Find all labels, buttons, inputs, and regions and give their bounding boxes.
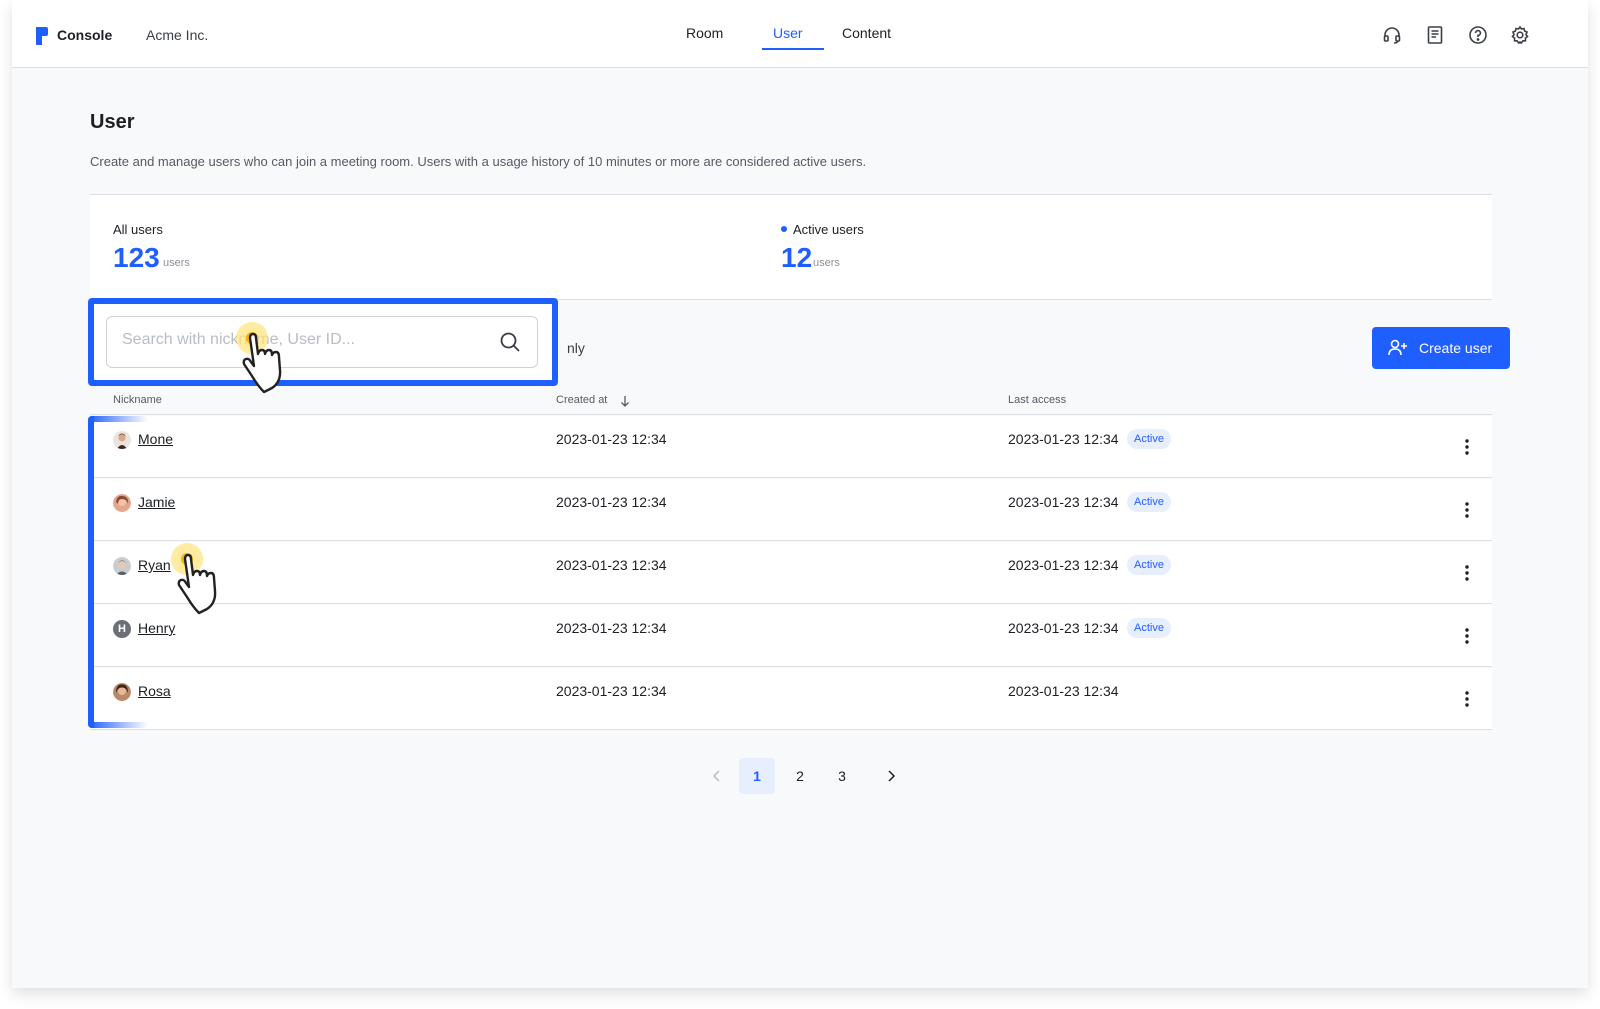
create-user-button[interactable]: Create user <box>1372 327 1510 369</box>
search-icon[interactable] <box>499 331 521 353</box>
more-options-icon[interactable] <box>1464 564 1470 582</box>
help-icon[interactable] <box>1468 25 1488 45</box>
headset-icon[interactable] <box>1382 25 1402 45</box>
avatar: H <box>113 620 131 638</box>
table-row[interactable]: Rosa 2023-01-23 12:34 2023-01-23 12:34 <box>90 668 1492 730</box>
avatar <box>113 557 131 575</box>
status-badge: Active <box>1127 429 1171 449</box>
page-description: Create and manage users who can join a m… <box>90 154 867 169</box>
avatar <box>113 431 131 449</box>
tab-content[interactable]: Content <box>842 25 891 51</box>
active-dot-icon <box>781 226 787 232</box>
active-users-count: 12 <box>781 242 813 273</box>
nickname-link[interactable]: Jamie <box>138 494 175 510</box>
all-users-label: All users <box>113 222 163 237</box>
hand-cursor-icon <box>171 543 217 615</box>
next-page-icon[interactable] <box>886 770 896 782</box>
org-name[interactable]: Acme Inc. <box>146 27 208 43</box>
rows-highlight-corner <box>88 722 148 728</box>
table-row[interactable]: Mone 2023-01-23 12:34 2023-01-23 12:34 A… <box>90 416 1492 478</box>
more-options-icon[interactable] <box>1464 438 1470 456</box>
nickname-link[interactable]: Ryan <box>138 557 171 573</box>
column-created-at[interactable]: Created at <box>556 394 607 406</box>
more-options-icon[interactable] <box>1464 501 1470 519</box>
status-badge: Active <box>1127 618 1171 638</box>
add-user-icon <box>1388 339 1407 356</box>
all-users-count: 123 <box>113 242 160 273</box>
tab-room[interactable]: Room <box>686 25 723 51</box>
created-at: 2023-01-23 12:34 <box>556 557 667 573</box>
all-users-unit: users <box>163 257 190 269</box>
nickname-link[interactable]: Rosa <box>138 683 171 699</box>
nickname-link[interactable]: Henry <box>138 620 175 636</box>
avatar <box>113 683 131 701</box>
page-title: User <box>90 111 135 133</box>
last-access: 2023-01-23 12:34 <box>1008 557 1119 573</box>
last-access: 2023-01-23 12:34 <box>1008 683 1119 699</box>
create-user-label: Create user <box>1419 340 1493 356</box>
last-access: 2023-01-23 12:34 <box>1008 431 1119 447</box>
rows-highlight-corner <box>88 416 148 422</box>
more-options-icon[interactable] <box>1464 627 1470 645</box>
page-button-1[interactable]: 1 <box>739 758 775 794</box>
more-options-icon[interactable] <box>1464 690 1470 708</box>
column-nickname[interactable]: Nickname <box>113 394 162 406</box>
active-tab-indicator <box>762 48 824 50</box>
search-input[interactable] <box>122 331 492 349</box>
user-stats-panel: All users 123 users Active users 12 user… <box>90 194 1492 300</box>
brand-name: Console <box>57 27 113 43</box>
previous-page-icon[interactable] <box>712 770 722 782</box>
top-nav: Console Acme Inc. Room User Content <box>12 0 1588 68</box>
page-button-2[interactable]: 2 <box>782 758 818 794</box>
table-row[interactable]: Ryan 2023-01-23 12:34 2023-01-23 12:34 A… <box>90 542 1492 604</box>
avatar <box>113 494 131 512</box>
search-field[interactable] <box>106 316 538 368</box>
settings-icon[interactable] <box>1510 25 1530 45</box>
created-at: 2023-01-23 12:34 <box>556 494 667 510</box>
last-access: 2023-01-23 12:34 <box>1008 620 1119 636</box>
active-users-label: Active users <box>793 222 864 237</box>
created-at: 2023-01-23 12:34 <box>556 683 667 699</box>
console-window: Console Acme Inc. Room User Content User… <box>12 0 1588 988</box>
status-badge: Active <box>1127 492 1171 512</box>
document-icon[interactable] <box>1425 25 1445 45</box>
nickname-link[interactable]: Mone <box>138 431 173 447</box>
rows-highlight-frame <box>88 416 98 728</box>
created-at: 2023-01-23 12:34 <box>556 620 667 636</box>
hand-cursor-icon <box>236 322 282 394</box>
table-row[interactable]: H Henry 2023-01-23 12:34 2023-01-23 12:3… <box>90 605 1492 667</box>
status-badge: Active <box>1127 555 1171 575</box>
sort-descending-icon[interactable] <box>620 395 630 407</box>
brand-logo-icon <box>36 27 48 45</box>
active-only-filter-label[interactable]: nly <box>567 340 585 356</box>
created-at: 2023-01-23 12:34 <box>556 431 667 447</box>
column-last-access[interactable]: Last access <box>1008 394 1066 406</box>
page-button-3[interactable]: 3 <box>824 758 860 794</box>
table-row[interactable]: Jamie 2023-01-23 12:34 2023-01-23 12:34 … <box>90 479 1492 541</box>
active-users-unit: users <box>813 257 840 269</box>
last-access: 2023-01-23 12:34 <box>1008 494 1119 510</box>
